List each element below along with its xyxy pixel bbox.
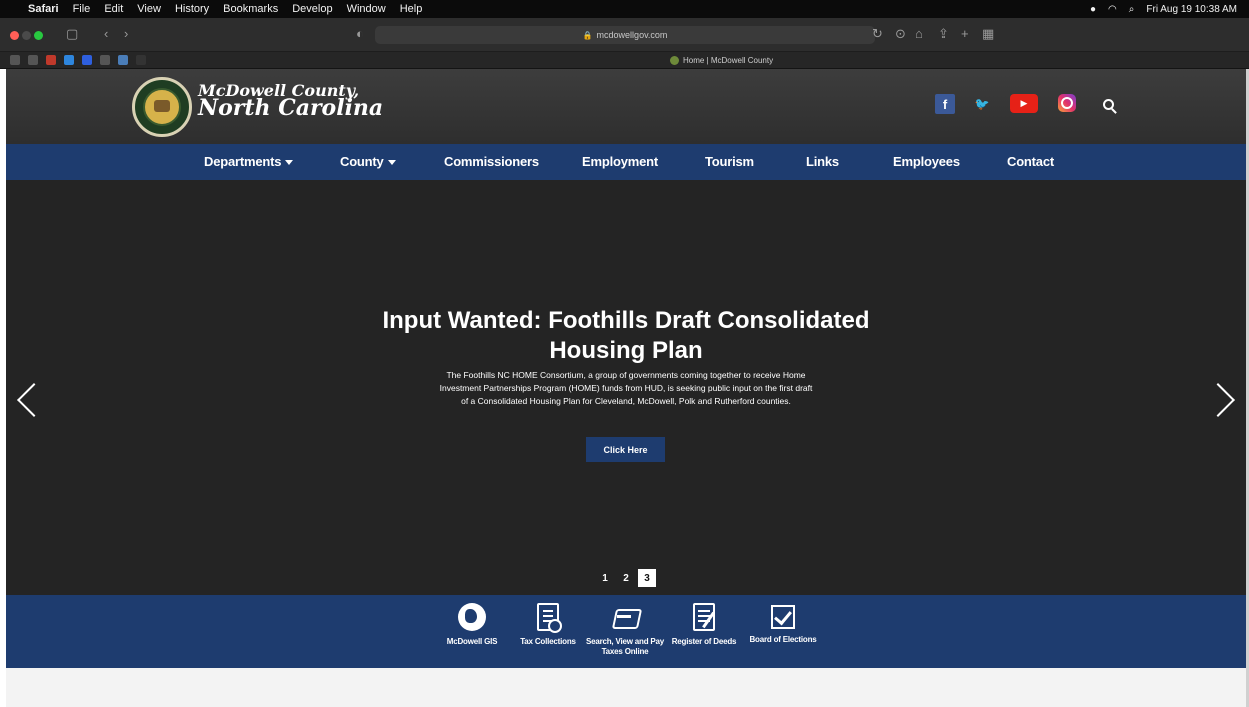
nav-commissioners[interactable]: Commissioners (444, 144, 539, 180)
bookmark-favicon[interactable] (64, 55, 74, 65)
slider-prev-arrow-icon[interactable] (12, 380, 34, 418)
quick-link-gis[interactable]: McDowell GIS (430, 603, 514, 647)
caret-down-icon (387, 160, 396, 166)
menu-edit[interactable]: Edit (104, 3, 123, 15)
safari-toolbar: ▢ ‹ › ◐ 🔒 mcdowellgov.com ↻ ⊙ ⌂ ⇪ + ▦ (0, 18, 1249, 52)
site-favicon-icon (670, 56, 679, 65)
bookmark-favicons (10, 55, 154, 65)
slider-page-2[interactable]: 2 (617, 569, 635, 587)
back-arrow-icon[interactable]: ‹ (104, 26, 108, 41)
hero-slider: Input Wanted: Foothills Draft Consolidat… (6, 180, 1246, 595)
site-title-line2: North Carolina (198, 95, 384, 122)
tax-document-icon (537, 603, 562, 633)
globe-icon (458, 603, 486, 631)
download-icon[interactable]: ⊙ (895, 26, 906, 42)
twitter-icon[interactable]: 🐦 (972, 94, 992, 114)
address-text: mcdowellgov.com (596, 30, 668, 40)
quick-links-bar: McDowell GIS Tax Collections Search, Vie… (6, 595, 1246, 668)
home-icon[interactable]: ⌂ (915, 26, 923, 41)
bookmark-favicon[interactable] (136, 55, 146, 65)
nav-employees[interactable]: Employees (893, 144, 960, 180)
share-icon[interactable]: ⇪ (938, 26, 949, 42)
tab-bar: Home | McDowell County (0, 52, 1249, 69)
payment-card-icon (611, 603, 639, 631)
quick-link-label: McDowell GIS (446, 637, 498, 646)
tab-title: Home | McDowell County (683, 56, 774, 65)
nav-links[interactable]: Links (806, 144, 839, 180)
slider-next-arrow-icon[interactable] (1210, 380, 1232, 418)
window-close-button[interactable] (10, 31, 19, 40)
search-icon[interactable] (1098, 94, 1118, 114)
bookmark-favicon[interactable] (118, 55, 128, 65)
wifi-icon[interactable]: ◠ (1108, 4, 1117, 15)
status-circle-icon[interactable]: ● (1090, 4, 1096, 15)
instagram-icon[interactable] (1058, 94, 1076, 112)
checkbox-icon (771, 605, 795, 629)
bookmark-favicon[interactable] (28, 55, 38, 65)
youtube-icon[interactable]: ▶ (1010, 94, 1038, 113)
menu-develop[interactable]: Develop (292, 3, 332, 15)
seal-emblem-icon (143, 88, 181, 126)
menu-history[interactable]: History (175, 3, 209, 15)
slider-page-1[interactable]: 1 (596, 569, 614, 587)
quick-link-label: Search, View and Pay Taxes Online (585, 637, 665, 656)
menu-help[interactable]: Help (400, 3, 423, 15)
macos-menu-bar: Safari File Edit View History Bookmarks … (0, 0, 1249, 18)
menu-clock[interactable]: Fri Aug 19 10:38 AM (1146, 4, 1237, 15)
nav-county[interactable]: County (340, 144, 396, 180)
nav-contact[interactable]: Contact (1007, 144, 1054, 180)
quick-link-pay-taxes[interactable]: Search, View and Pay Taxes Online (583, 603, 667, 657)
quick-link-label: Board of Elections (749, 635, 817, 644)
nav-tourism[interactable]: Tourism (705, 144, 754, 180)
hero-description: The Foothills NC HOME Consortium, a grou… (439, 370, 813, 406)
slider-page-3[interactable]: 3 (638, 569, 656, 587)
notepad-icon (693, 603, 715, 631)
menu-window[interactable]: Window (347, 3, 386, 15)
sidebar-toggle-icon[interactable]: ▢ (66, 26, 78, 42)
quick-link-board-of-elections[interactable]: Board of Elections (741, 603, 825, 645)
county-seal-logo[interactable] (132, 77, 192, 137)
menu-app-name[interactable]: Safari (28, 3, 59, 15)
nav-departments[interactable]: Departments (204, 144, 294, 180)
nav-employment[interactable]: Employment (582, 144, 658, 180)
privacy-shield-icon[interactable]: ◐ (356, 26, 364, 41)
search-spotlight-icon[interactable]: ⌕ (1129, 4, 1135, 15)
site-title[interactable]: McDowell County, North Carolina (198, 82, 384, 122)
menu-file[interactable]: File (73, 3, 91, 15)
bookmark-favicon[interactable] (46, 55, 56, 65)
nav-county-label: County (340, 154, 384, 169)
facebook-icon[interactable]: f (935, 94, 955, 114)
page-content-area (6, 668, 1246, 707)
hero-click-here-button[interactable]: Click Here (586, 437, 665, 462)
menu-view[interactable]: View (137, 3, 161, 15)
address-bar[interactable]: 🔒 mcdowellgov.com (375, 26, 875, 44)
forward-arrow-icon[interactable]: › (124, 26, 128, 41)
quick-link-label: Register of Deeds (671, 637, 737, 646)
lock-icon: 🔒 (582, 30, 593, 40)
quick-link-tax-collections[interactable]: Tax Collections (506, 603, 590, 647)
bookmark-favicon[interactable] (10, 55, 20, 65)
slider-pagination: 1 2 3 (596, 569, 659, 587)
window-zoom-button[interactable] (34, 31, 43, 40)
quick-link-label: Tax Collections (520, 637, 576, 646)
caret-down-icon (285, 160, 294, 166)
active-tab[interactable]: Home | McDowell County (670, 54, 773, 67)
site-header: McDowell County, North Carolina f 🐦 ▶ (6, 69, 1246, 144)
quick-link-register-of-deeds[interactable]: Register of Deeds (662, 603, 746, 647)
bookmark-favicon[interactable] (100, 55, 110, 65)
main-nav: Departments County Commissioners Employm… (6, 144, 1246, 180)
new-tab-icon[interactable]: + (961, 26, 969, 41)
menu-bookmarks[interactable]: Bookmarks (223, 3, 278, 15)
hero-title: Input Wanted: Foothills Draft Consolidat… (382, 307, 870, 364)
tab-overview-icon[interactable]: ▦ (982, 26, 994, 42)
magnifier-glyph (1102, 98, 1114, 110)
reload-icon[interactable]: ↻ (872, 26, 883, 42)
window-minimize-button[interactable] (22, 31, 31, 40)
bookmark-favicon[interactable] (82, 55, 92, 65)
nav-departments-label: Departments (204, 154, 282, 169)
browser-screen: Safari File Edit View History Bookmarks … (0, 0, 1249, 707)
